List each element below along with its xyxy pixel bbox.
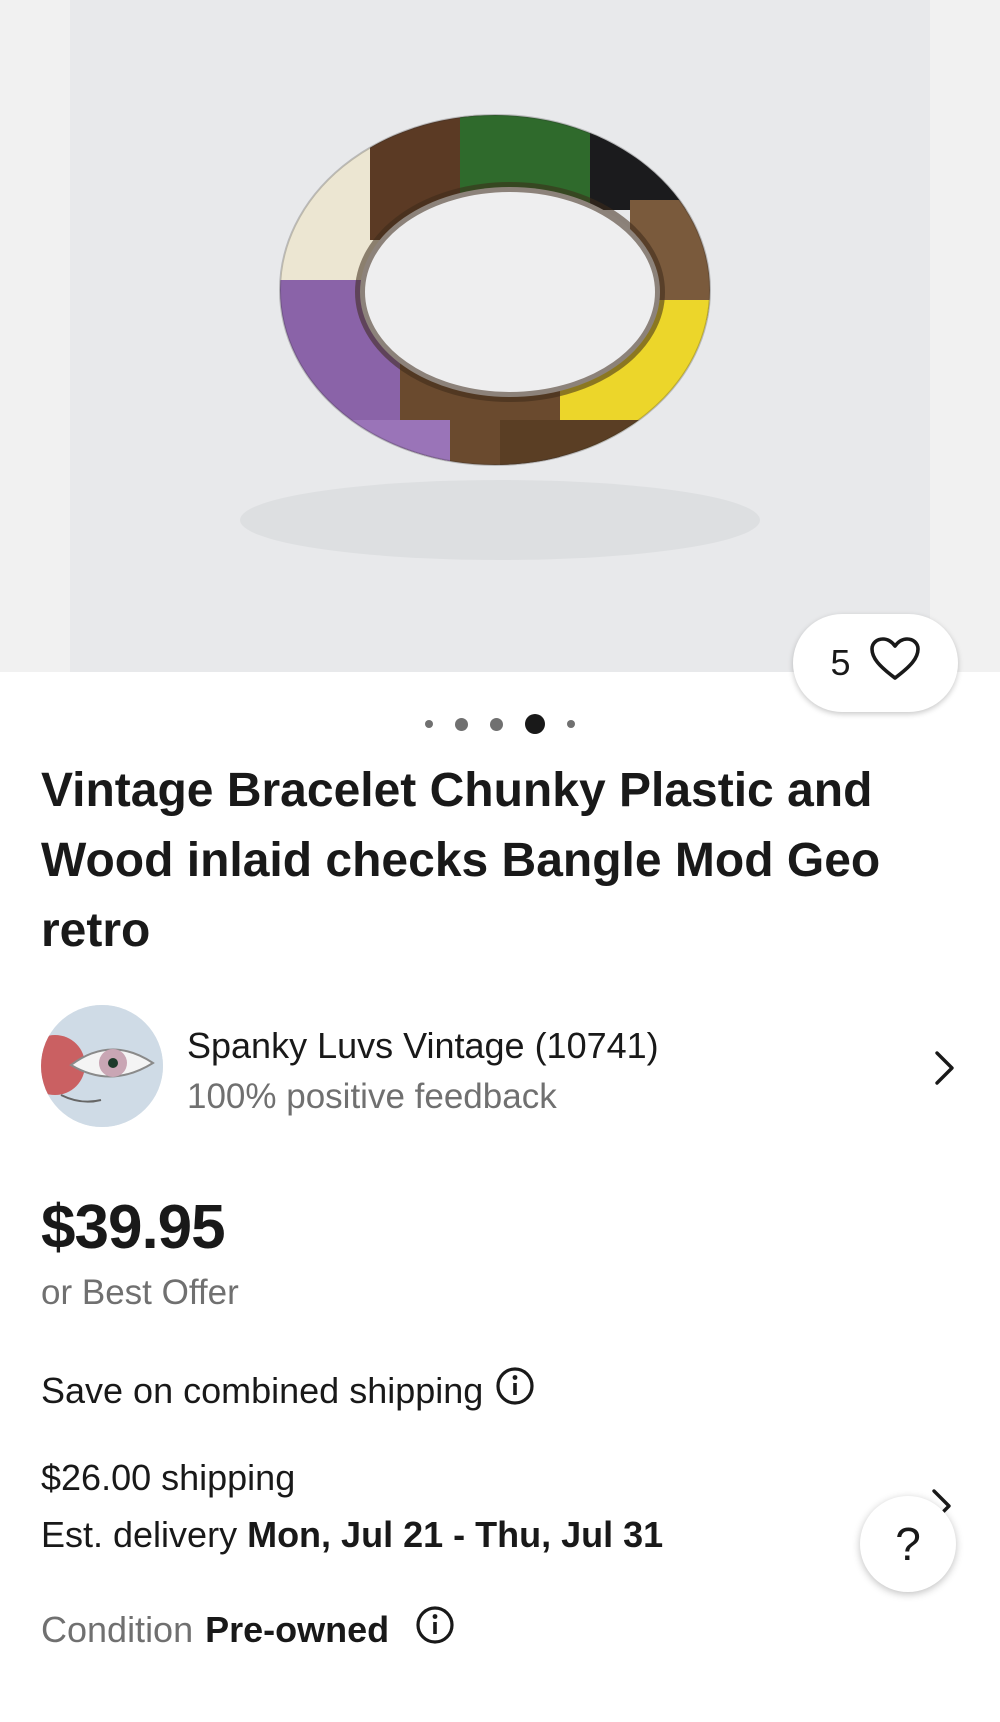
condition-row[interactable]: Condition Pre-owned xyxy=(41,1605,455,1654)
help-button[interactable]: ? xyxy=(860,1496,956,1592)
price: $39.95 xyxy=(41,1193,226,1262)
pager-dot[interactable] xyxy=(425,720,433,728)
image-pager xyxy=(0,714,1000,734)
info-circle-icon[interactable] xyxy=(415,1605,455,1654)
help-label: ? xyxy=(895,1518,921,1570)
seller-avatar xyxy=(41,1005,163,1127)
seller-feedback: 100% positive feedback xyxy=(187,1077,557,1116)
best-offer-note: or Best Offer xyxy=(41,1273,239,1312)
listing-title: Vintage Bracelet Chunky Plastic and Wood… xyxy=(41,764,881,957)
combined-shipping-row[interactable]: Save on combined shipping xyxy=(41,1366,535,1415)
heart-outline-icon xyxy=(869,636,921,691)
estimated-delivery: Est. delivery Mon, Jul 21 - Thu, Jul 31 xyxy=(41,1514,663,1556)
seller-name[interactable]: Spanky Luvs Vintage (10741) xyxy=(187,1025,659,1067)
info-circle-icon[interactable] xyxy=(495,1366,535,1415)
condition-label: Condition xyxy=(41,1608,194,1650)
pager-dot[interactable] xyxy=(490,717,503,731)
image-gallery[interactable] xyxy=(0,0,1000,672)
delivery-dates: Mon, Jul 21 - Thu, Jul 31 xyxy=(247,1514,664,1555)
watch-button[interactable]: 5 xyxy=(793,614,958,712)
pager-dot-active[interactable] xyxy=(525,714,545,734)
pager-dot[interactable] xyxy=(455,717,468,731)
pager-dot[interactable] xyxy=(567,720,575,728)
seller-row[interactable]: Spanky Luvs Vintage (10741) 100% positiv… xyxy=(41,1005,959,1129)
chevron-right-icon[interactable] xyxy=(933,1049,957,1092)
condition-value: Pre-owned xyxy=(205,1608,390,1650)
shipping-cost: $26.00 shipping xyxy=(41,1457,296,1498)
delivery-prefix: Est. delivery xyxy=(41,1514,248,1555)
combined-shipping-label: Save on combined shipping xyxy=(41,1369,484,1411)
listing-photo[interactable] xyxy=(70,0,930,672)
watch-count: 5 xyxy=(830,642,851,683)
